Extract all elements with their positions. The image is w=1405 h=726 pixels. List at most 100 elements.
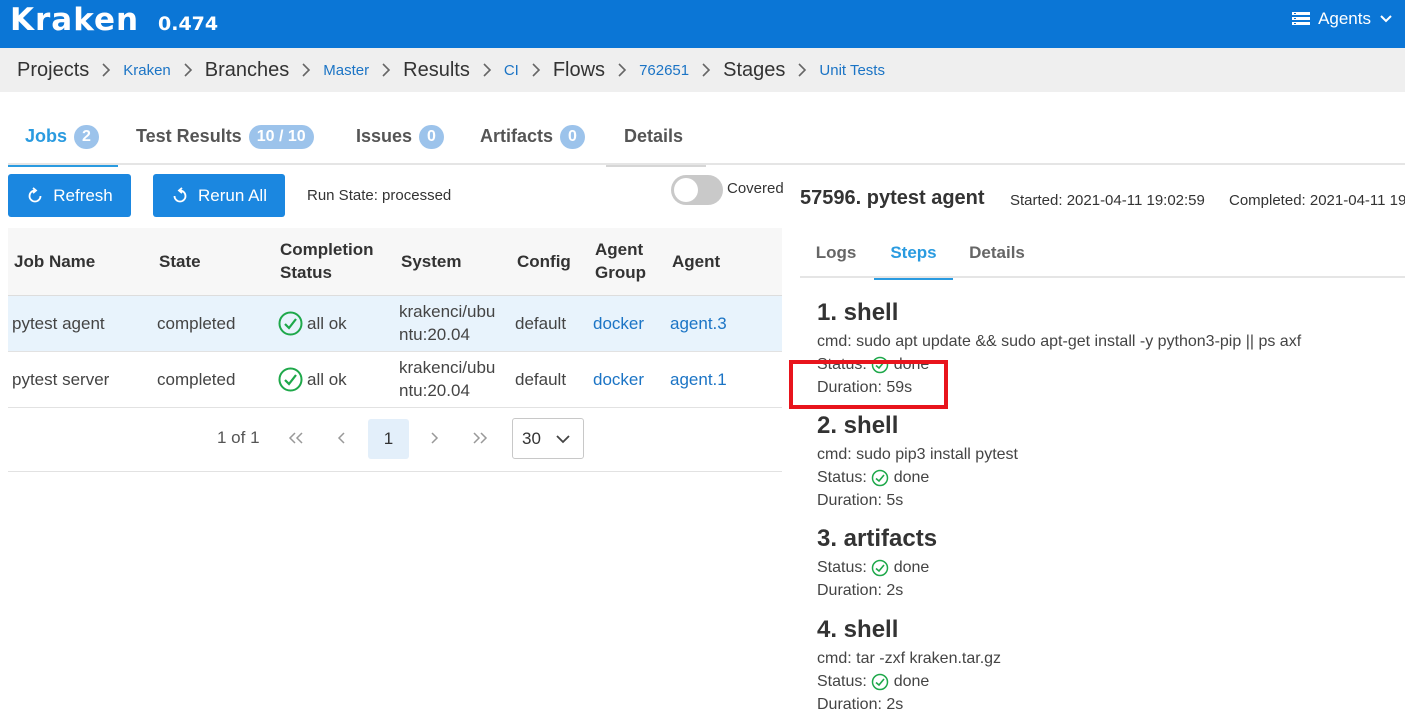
cell-config: default [511, 295, 589, 352]
tab-artifacts-count-badge: 0 [560, 124, 585, 149]
tab-test-results[interactable]: Test Results 10 / 10 [136, 108, 314, 165]
chevron-right-icon [617, 63, 627, 77]
toggle-knob [674, 178, 698, 202]
agents-menu-button[interactable]: Agents [1292, 8, 1393, 30]
step-duration: Duration: 2s [817, 696, 904, 713]
step-item: 4. shell cmd: tar -zxf kraken.tar.gz Sta… [817, 613, 1405, 716]
cell-system: krakenci/ubu ntu:20.04 [395, 295, 511, 352]
chevron-left-icon [337, 432, 345, 444]
table-row[interactable]: pytest server completed all ok krakenci/… [8, 351, 782, 408]
col-header-agent[interactable]: Agent [666, 228, 782, 296]
jobs-table: Job Name State Completion Status System C… [8, 228, 782, 408]
tab-job-details[interactable]: Details [956, 228, 1038, 278]
agent-group-link[interactable]: docker [593, 370, 644, 389]
tab-artifacts-label: Artifacts [480, 126, 554, 146]
rerun-all-button[interactable]: Rerun All [153, 174, 285, 217]
col-header-agent-group[interactable]: Agent Group [589, 228, 666, 296]
covered-toggle[interactable] [671, 175, 723, 205]
agent-group-link[interactable]: docker [593, 314, 644, 333]
prev-page-button[interactable] [332, 428, 352, 448]
breadcrumb-branch-link[interactable]: Master [323, 62, 369, 79]
check-circle-icon [278, 367, 303, 391]
check-circle-icon [872, 559, 889, 576]
top-navbar: Kraken 0.474 Agents [0, 0, 1405, 48]
annotation-highlight-box [789, 360, 948, 409]
tab-details[interactable]: Details [606, 108, 706, 167]
job-detail-tabs: Logs Steps Details [800, 228, 1405, 280]
step-item: 2. shell cmd: sudo pip3 install pytest S… [817, 409, 1405, 512]
breadcrumb-stage-link[interactable]: Unit Tests [819, 62, 885, 79]
menu-list-icon [1292, 12, 1311, 25]
page-size-select[interactable]: 30 [512, 418, 584, 459]
covered-toggle-label: Covered [727, 180, 784, 197]
tab-jobs[interactable]: Jobs 2 [8, 108, 118, 167]
last-page-button[interactable] [470, 428, 490, 448]
chevron-right-icon [301, 63, 311, 77]
chevron-right-icon [101, 63, 111, 77]
page-size-value: 30 [522, 428, 541, 448]
cell-completion-status: all ok [274, 351, 395, 408]
completion-status-text: all ok [307, 369, 347, 389]
step-duration: Duration: 2s [817, 582, 904, 599]
chevron-right-icon [183, 63, 193, 77]
cell-agent: agent.3 [666, 295, 782, 352]
refresh-button[interactable]: Refresh [8, 174, 131, 217]
step-duration: Duration: 5s [817, 492, 904, 509]
refresh-icon [28, 186, 42, 202]
current-page-button[interactable]: 1 [368, 419, 409, 459]
agent-link[interactable]: agent.3 [670, 314, 727, 333]
table-row[interactable]: pytest agent completed all ok krakenci/u… [8, 295, 782, 352]
chevron-right-icon [797, 63, 807, 77]
step-title: 2. shell [817, 412, 899, 439]
breadcrumb-flows: Flows [552, 58, 606, 81]
breadcrumb-flow-link[interactable]: 762651 [639, 62, 689, 79]
first-page-button[interactable] [286, 428, 306, 448]
app-version: 0.474 [158, 13, 219, 35]
cell-agent-group: docker [589, 351, 666, 408]
tab-steps[interactable]: Steps [874, 228, 953, 280]
tab-test-results-count-badge: 10 / 10 [248, 124, 314, 149]
tab-test-results-label: Test Results [136, 126, 242, 146]
job-started-time: Started: 2021-04-11 19:02:59 [1010, 192, 1205, 209]
breadcrumb-project-link[interactable]: Kraken [123, 62, 171, 79]
run-state-text: Run State: processed [307, 187, 452, 204]
table-header-row: Job Name State Completion Status System C… [8, 228, 782, 296]
main-tabs: Jobs 2 Test Results 10 / 10 Issues 0 Art… [8, 108, 1405, 167]
step-status: Status: done [817, 469, 930, 486]
next-page-button[interactable] [424, 428, 444, 448]
job-completed-time: Completed: 2021-04-11 19 [1229, 192, 1405, 209]
refresh-button-label: Refresh [53, 185, 113, 205]
tab-details-label: Details [624, 126, 684, 146]
col-header-job-name[interactable]: Job Name [8, 228, 153, 296]
cell-job-name: pytest server [8, 351, 153, 408]
steps-list: 1. shell cmd: sudo apt update && sudo ap… [817, 296, 1405, 716]
agents-menu-label: Agents [1318, 9, 1371, 28]
step-cmd: cmd: tar -zxf kraken.tar.gz [817, 650, 1002, 667]
undo-icon [173, 186, 187, 202]
col-header-system[interactable]: System [395, 228, 511, 296]
chevron-right-icon [701, 63, 711, 77]
check-circle-icon [278, 311, 303, 335]
breadcrumb-projects: Projects [17, 58, 90, 81]
col-header-state[interactable]: State [153, 228, 274, 296]
rerun-all-button-label: Rerun All [198, 185, 267, 205]
chevron-right-icon [381, 63, 391, 77]
tab-jobs-label: Jobs [25, 126, 68, 146]
step-title: 4. shell [817, 616, 899, 643]
col-header-config[interactable]: Config [511, 228, 589, 296]
agent-link[interactable]: agent.1 [670, 370, 727, 389]
cell-state: completed [153, 351, 274, 408]
col-header-completion-status[interactable]: Completion Status [274, 228, 395, 296]
tab-issues[interactable]: Issues 0 [356, 108, 444, 165]
app-logo[interactable]: Kraken [10, 2, 139, 38]
breadcrumb-results: Results [403, 58, 470, 81]
step-title: 1. shell [817, 299, 899, 326]
breadcrumb-stages: Stages [723, 58, 786, 81]
cell-job-name: pytest agent [8, 295, 153, 352]
step-cmd: cmd: sudo pip3 install pytest [817, 446, 1018, 463]
breadcrumb-result-link[interactable]: CI [504, 62, 519, 79]
tab-artifacts[interactable]: Artifacts 0 [480, 108, 585, 165]
tab-logs[interactable]: Logs [800, 228, 872, 278]
double-chevron-right-icon [473, 432, 488, 444]
breadcrumb: Projects Kraken Branches Master Results … [0, 48, 1405, 92]
